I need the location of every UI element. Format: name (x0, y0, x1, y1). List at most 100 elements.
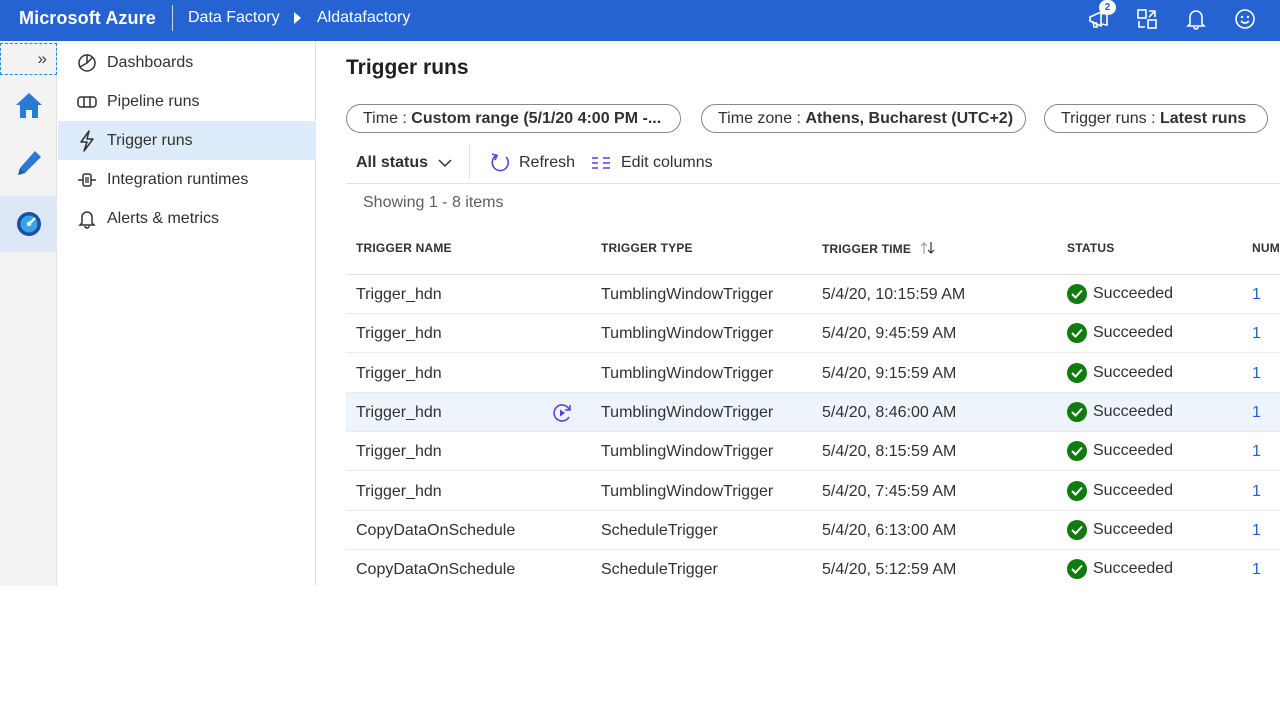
status-cell: Succeeded (1067, 480, 1173, 501)
status-label: Succeeded (1093, 285, 1174, 302)
success-check-icon (1067, 362, 1087, 383)
num-link[interactable]: 1 (1252, 365, 1261, 383)
column-header-trigger-name[interactable]: TRIGGER NAME (356, 241, 452, 255)
filter-key: Trigger runs : (1061, 110, 1160, 127)
status-label: Succeeded (1093, 363, 1174, 381)
expand-rail-button[interactable]: » (0, 43, 57, 75)
nav-item-integration-runtimes[interactable]: Integration runtimes (58, 160, 316, 199)
num-link[interactable]: 1 (1252, 286, 1261, 304)
success-check-icon (1067, 284, 1087, 304)
success-check-icon (1067, 559, 1087, 580)
bell-icon[interactable] (1183, 6, 1209, 32)
num-link[interactable]: 1 (1252, 561, 1261, 579)
nav-item-trigger-runs[interactable]: Trigger runs (58, 121, 316, 160)
num-link[interactable]: 1 (1252, 443, 1261, 461)
column-header-num[interactable]: NUM (1252, 241, 1280, 255)
timezone-filter-pill[interactable]: Time zone : Athens, Bucharest (UTC+2) (701, 104, 1026, 133)
filter-value: Latest runs (1160, 110, 1247, 127)
dashboard-icon (77, 53, 97, 73)
status-dropdown[interactable]: All status (356, 151, 452, 175)
smiley-icon[interactable] (1232, 6, 1258, 32)
status-cell: Succeeded (1067, 519, 1174, 540)
filter-key: Time zone : (718, 110, 806, 127)
main-content: Trigger runs Time : Custom range (5/1/20… (317, 41, 1280, 586)
bell-icon (77, 209, 97, 229)
time-filter-pill[interactable]: Time : Custom range (5/1/20 4:00 PM -... (346, 104, 681, 133)
trigger-name-cell: CopyDataOnSchedule (356, 561, 516, 579)
nav-item-dashboards[interactable]: Dashboards (58, 43, 316, 82)
rail-monitor[interactable] (0, 196, 57, 252)
rerun-icon[interactable] (551, 402, 573, 424)
nav-label: Trigger runs (107, 132, 193, 149)
page-title: Trigger runs (346, 56, 469, 79)
status-dropdown-label: All status (356, 154, 429, 171)
nav-item-alerts-metrics[interactable]: Alerts & metrics (58, 199, 316, 238)
table-row[interactable]: Trigger_hdn TumblingWindowTrigger 5/4/20, … (346, 354, 1280, 393)
trigger-runs-filter-pill[interactable]: Trigger runs : Latest runs (1044, 104, 1268, 133)
home-icon (15, 93, 42, 118)
integration-runtime-icon (77, 170, 97, 190)
trigger-time-cell: 5/4/20, 5:12:59 AM (822, 561, 957, 579)
trigger-time-cell: 5/4/20, 8:46:00 AM (822, 403, 957, 421)
status-cell: Succeeded (1067, 441, 1174, 462)
brand-title[interactable]: Microsoft Azure (19, 8, 156, 29)
trigger-time-cell: 5/4/20, 9:15:59 AM (822, 364, 957, 382)
status-label: Succeeded (1093, 520, 1174, 538)
trigger-time-cell: 5/4/20, 9:45:59 AM (822, 325, 957, 343)
success-check-icon (1067, 480, 1087, 501)
trigger-name-cell: Trigger_hdn (356, 364, 442, 382)
num-link[interactable]: 1 (1252, 325, 1261, 343)
directory-switch-icon[interactable] (1134, 6, 1160, 32)
nav-item-pipeline-runs[interactable]: Pipeline runs (58, 82, 316, 121)
success-check-icon (1067, 441, 1087, 462)
status-label: Succeeded (1093, 402, 1174, 420)
success-check-icon (1067, 323, 1087, 344)
trigger-type-cell: TumblingWindowTrigger (601, 286, 774, 303)
breadcrumb-factory-name[interactable]: Aldatafactory (317, 9, 410, 27)
table-row[interactable]: Trigger_hdn TumblingWindowTrigger 5/4/20, … (346, 432, 1280, 472)
table-row[interactable]: Trigger_hdn TumblingWindowTrigger 5/4/20, … (346, 314, 1280, 354)
success-check-icon (1067, 401, 1087, 422)
nav-label: Alerts & metrics (107, 210, 220, 227)
top-bar: Microsoft Azure Data Factory Aldatafacto… (0, 0, 1280, 41)
refresh-button[interactable]: Refresh (489, 151, 575, 175)
trigger-time-cell: 5/4/20, 10:15:59 AM (822, 286, 966, 303)
trigger-type-cell: TumblingWindowTrigger (601, 364, 774, 382)
trigger-time-cell: 5/4/20, 8:15:59 AM (822, 443, 957, 461)
refresh-label: Refresh (519, 154, 576, 171)
status-cell: Succeeded (1067, 401, 1174, 422)
trigger-type-cell: ScheduleTrigger (601, 561, 718, 579)
item-count-text: Showing 1 - 8 items (363, 194, 504, 211)
column-header-status[interactable]: STATUS (1067, 241, 1114, 255)
num-link[interactable]: 1 (1252, 522, 1261, 540)
columns-icon (592, 157, 610, 169)
num-link[interactable]: 1 (1252, 404, 1261, 422)
table-row[interactable]: Trigger_hdn TumblingWindowTrigger 5/4/20, … (346, 275, 1280, 314)
left-rail: » (0, 41, 57, 586)
table-row[interactable]: CopyDataOnSchedule ScheduleTrigger 5/4/20,… (346, 511, 1280, 550)
table-row[interactable]: Trigger_hdn TumblingWindowTrigger 5/4/20, … (346, 392, 1280, 432)
nav-label: Pipeline runs (107, 93, 200, 110)
edit-columns-label: Edit columns (621, 154, 713, 171)
breadcrumb-caret-icon (294, 12, 301, 24)
trigger-type-cell: ScheduleTrigger (601, 521, 718, 539)
monitor-icon (16, 212, 41, 236)
num-link[interactable]: 1 (1252, 483, 1261, 501)
status-label: Succeeded (1093, 442, 1174, 460)
breadcrumb-data-factory[interactable]: Data Factory (188, 9, 280, 27)
trigger-time-cell: 5/4/20, 7:45:59 AM (822, 482, 957, 500)
trigger-time-cell: 5/4/20, 6:13:00 AM (822, 521, 957, 539)
table-row[interactable]: Trigger_hdn TumblingWindowTrigger 5/4/20, … (346, 472, 1280, 511)
column-header-trigger-type[interactable]: TRIGGER TYPE (601, 241, 693, 255)
column-header-label: TRIGGER TIME (822, 242, 912, 256)
status-cell: Succeeded (1067, 362, 1174, 383)
table-row[interactable]: CopyDataOnSchedule ScheduleTrigger 5/4/20,… (346, 550, 1280, 586)
status-cell: Succeeded (1067, 323, 1173, 344)
rail-home[interactable] (0, 77, 57, 133)
trigger-name-cell: Trigger_hdn (356, 482, 442, 500)
edit-columns-button[interactable]: Edit columns (591, 151, 713, 175)
trigger-name-cell: Trigger_hdn (356, 286, 442, 303)
column-header-trigger-time[interactable]: TRIGGER TIME (822, 241, 937, 256)
rail-author[interactable] (0, 135, 57, 191)
notification-badge: 2 (1099, 0, 1116, 15)
